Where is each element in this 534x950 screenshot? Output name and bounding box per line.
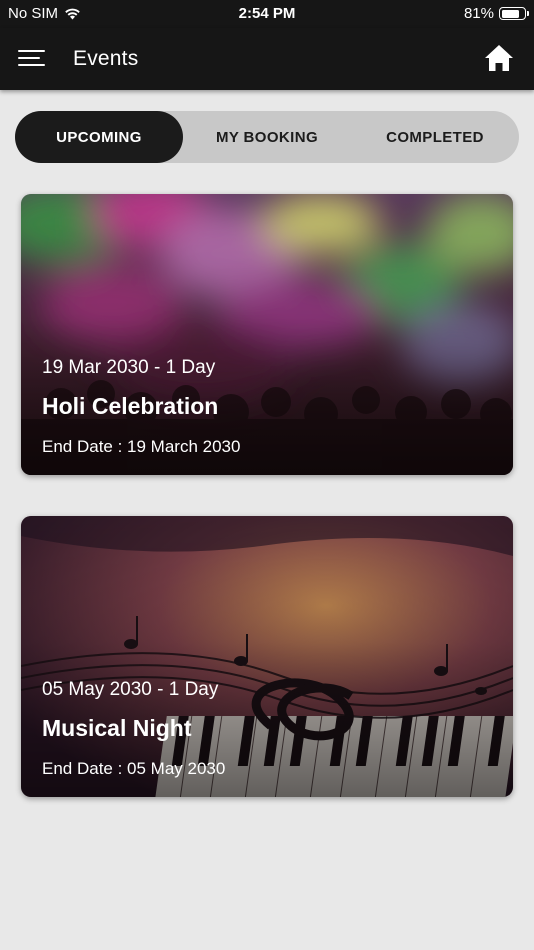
event-card-musical-night[interactable]: 05 May 2030 - 1 Day Musical Night End Da… [21, 516, 513, 797]
event-end-date: End Date : 05 May 2030 [42, 759, 226, 778]
battery-percent: 81% [463, 5, 494, 22]
event-end-date: End Date : 19 March 2030 [42, 437, 241, 456]
home-icon[interactable] [484, 44, 514, 72]
tab-my-booking[interactable]: MY BOOKING [183, 111, 351, 163]
event-title: Musical Night [42, 715, 192, 741]
battery-tip [527, 11, 529, 16]
event-title: Holi Celebration [42, 393, 219, 419]
card-overlay [21, 194, 513, 475]
card-overlay [21, 516, 513, 797]
hamburger-menu-icon[interactable] [18, 49, 45, 69]
tab-upcoming[interactable]: UPCOMING [15, 111, 183, 163]
battery-level-fill [501, 9, 520, 18]
app-header: Events [0, 28, 534, 90]
event-tabs: UPCOMING MY BOOKING COMPLETED [15, 111, 519, 163]
event-date: 05 May 2030 - 1 Day [42, 679, 219, 700]
event-card-holi-celebration[interactable]: 19 Mar 2030 - 1 Day Holi Celebration End… [21, 194, 513, 475]
event-date: 19 Mar 2030 - 1 Day [42, 357, 216, 378]
status-right: 81% [463, 5, 529, 22]
battery-icon [499, 7, 529, 20]
page-title: Events [73, 47, 139, 70]
tab-completed[interactable]: COMPLETED [351, 111, 519, 163]
status-bar: No SIM 2:54 PM 81% [0, 0, 534, 28]
status-time: 2:54 PM [238, 5, 296, 22]
